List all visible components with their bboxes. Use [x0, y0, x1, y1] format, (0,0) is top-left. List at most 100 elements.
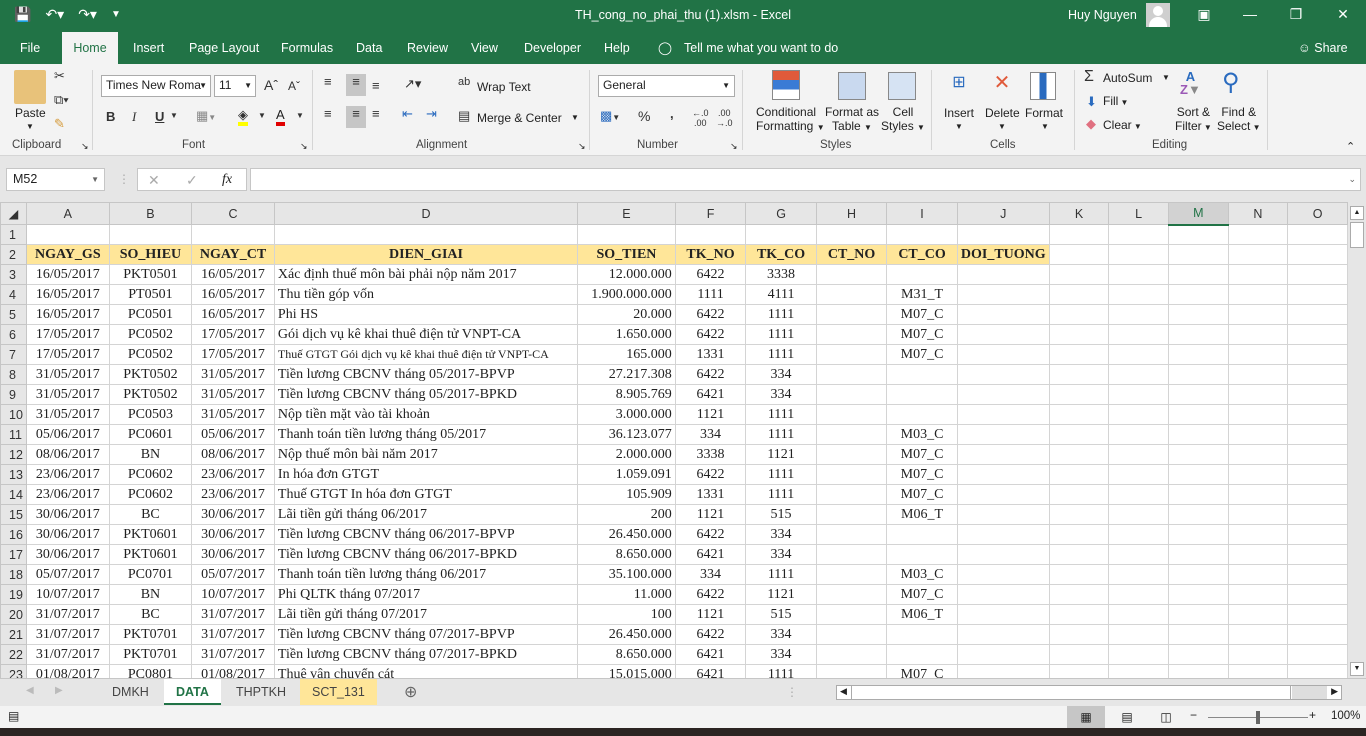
cell-c9[interactable]: 31/05/2017 — [191, 384, 275, 405]
cell-k10[interactable] — [1048, 404, 1110, 425]
cell-j20[interactable] — [956, 604, 1050, 625]
cell-b17[interactable]: PKT0601 — [108, 544, 193, 565]
cell-l13[interactable] — [1108, 464, 1169, 485]
cell-f5[interactable]: 6422 — [674, 304, 747, 325]
cell-n5[interactable] — [1227, 304, 1289, 325]
decrease-decimal-icon[interactable]: .00 →.0 — [716, 108, 733, 128]
cell-n11[interactable] — [1227, 424, 1289, 445]
user-name[interactable]: Huy Nguyen — [1068, 8, 1137, 22]
cell-j7[interactable] — [956, 344, 1050, 365]
align-left-icon[interactable]: ≡ — [324, 106, 332, 121]
cell-l23[interactable] — [1108, 664, 1169, 678]
column-header-j[interactable]: J — [956, 202, 1050, 225]
cell-n21[interactable] — [1227, 624, 1289, 645]
row-header[interactable]: 8 — [0, 364, 27, 385]
cell-m23[interactable] — [1167, 664, 1229, 678]
cell-d1[interactable] — [273, 224, 579, 245]
format-painter-icon[interactable]: ✎ — [54, 116, 65, 132]
cell-n8[interactable] — [1227, 364, 1289, 385]
tab-formulas[interactable]: Formulas — [273, 32, 341, 64]
column-header-a[interactable]: A — [25, 202, 110, 225]
cell-j9[interactable] — [956, 384, 1050, 405]
cell-a6[interactable]: 17/05/2017 — [25, 324, 110, 345]
cell-b14[interactable]: PC0602 — [108, 484, 193, 505]
fill-button[interactable]: Fill ▼ — [1103, 94, 1128, 108]
cell-c16[interactable]: 30/06/2017 — [191, 524, 275, 545]
cell-n13[interactable] — [1227, 464, 1289, 485]
cell-o23[interactable] — [1287, 664, 1348, 678]
cell-d2[interactable]: DIEN_GIAI — [273, 244, 579, 265]
cell-o6[interactable] — [1287, 324, 1348, 345]
clipboard-launcher-icon[interactable]: ↘ — [81, 141, 89, 152]
cell-i5[interactable]: M07_C — [886, 304, 958, 325]
cell-n9[interactable] — [1227, 384, 1289, 405]
cell-l5[interactable] — [1108, 304, 1169, 325]
row-header[interactable]: 16 — [0, 524, 27, 545]
cell-n4[interactable] — [1227, 284, 1289, 305]
cell-g8[interactable]: 334 — [745, 364, 817, 385]
cell-b19[interactable]: BN — [108, 584, 193, 605]
cell-i6[interactable]: M07_C — [886, 324, 958, 345]
cell-k16[interactable] — [1048, 524, 1110, 545]
cell-l11[interactable] — [1108, 424, 1169, 445]
cell-a14[interactable]: 23/06/2017 — [25, 484, 110, 505]
cell-i18[interactable]: M03_C — [886, 564, 958, 585]
cell-h8[interactable] — [815, 364, 888, 385]
cell-m21[interactable] — [1167, 624, 1229, 645]
copy-icon[interactable]: ⧉▾ — [54, 92, 69, 108]
cell-j23[interactable] — [956, 664, 1050, 678]
tab-view[interactable]: View — [463, 32, 506, 64]
cell-o5[interactable] — [1287, 304, 1348, 325]
cell-e19[interactable]: 11.000 — [577, 584, 676, 605]
increase-indent-icon[interactable]: ⇥ — [426, 106, 437, 122]
cell-a10[interactable]: 31/05/2017 — [25, 404, 110, 425]
top-align-icon[interactable]: ≡ — [324, 74, 332, 89]
cell-a9[interactable]: 31/05/2017 — [25, 384, 110, 405]
cell-j18[interactable] — [956, 564, 1050, 585]
cell-a2[interactable]: NGAY_GS — [25, 244, 110, 265]
cell-d13[interactable]: In hóa đơn GTGT — [273, 464, 579, 485]
align-center-icon[interactable]: ≡ — [346, 106, 366, 128]
chevron-down-icon[interactable]: ▼ — [1041, 122, 1049, 131]
merge-dropdown-icon[interactable]: ▼ — [571, 113, 579, 122]
paste-button[interactable]: Paste — [15, 106, 46, 120]
cell-l16[interactable] — [1108, 524, 1169, 545]
cell-d19[interactable]: Phi QLTK tháng 07/2017 — [273, 584, 579, 605]
cell-g23[interactable]: 1111 — [745, 664, 817, 678]
cell-b9[interactable]: PKT0502 — [108, 384, 193, 405]
delete-cells-button[interactable]: Delete — [985, 106, 1020, 120]
cell-k4[interactable] — [1048, 284, 1110, 305]
cell-d8[interactable]: Tiền lương CBCNV tháng 05/2017-BPVP — [273, 364, 579, 385]
cell-e8[interactable]: 27.217.308 — [577, 364, 676, 385]
cell-a4[interactable]: 16/05/2017 — [25, 284, 110, 305]
cell-f10[interactable]: 1121 — [674, 404, 747, 425]
cell-f12[interactable]: 3338 — [674, 444, 747, 465]
name-box[interactable]: M52 ▼ — [6, 168, 105, 191]
cell-c17[interactable]: 30/06/2017 — [191, 544, 275, 565]
cell-l15[interactable] — [1108, 504, 1169, 525]
cell-g20[interactable]: 515 — [745, 604, 817, 625]
bold-button[interactable]: B — [106, 109, 115, 124]
cell-d15[interactable]: Lãi tiền gửi tháng 06/2017 — [273, 504, 579, 525]
cell-e17[interactable]: 8.650.000 — [577, 544, 676, 565]
cell-g17[interactable]: 334 — [745, 544, 817, 565]
cell-d11[interactable]: Thanh toán tiền lương tháng 05/2017 — [273, 424, 579, 445]
cell-m5[interactable] — [1167, 304, 1229, 325]
cell-l3[interactable] — [1108, 264, 1169, 285]
cell-a17[interactable]: 30/06/2017 — [25, 544, 110, 565]
cell-n20[interactable] — [1227, 604, 1289, 625]
page-break-view-icon[interactable]: ◫ — [1156, 706, 1176, 728]
cell-c23[interactable]: 01/08/2017 — [191, 664, 275, 678]
column-header-i[interactable]: I — [886, 202, 958, 225]
cell-j21[interactable] — [956, 624, 1050, 645]
cell-o4[interactable] — [1287, 284, 1348, 305]
cell-o17[interactable] — [1287, 544, 1348, 565]
expand-formula-bar-icon[interactable]: ⌄ — [1348, 174, 1356, 185]
conditional-formatting-button[interactable]: Conditional Formatting ▼ — [756, 105, 825, 133]
cell-n12[interactable] — [1227, 444, 1289, 465]
cell-k2[interactable] — [1048, 244, 1110, 265]
vertical-scroll-thumb[interactable] — [1350, 222, 1364, 248]
cell-j5[interactable] — [956, 304, 1050, 325]
cell-o21[interactable] — [1287, 624, 1348, 645]
select-all-corner[interactable]: ◢ — [0, 202, 27, 225]
